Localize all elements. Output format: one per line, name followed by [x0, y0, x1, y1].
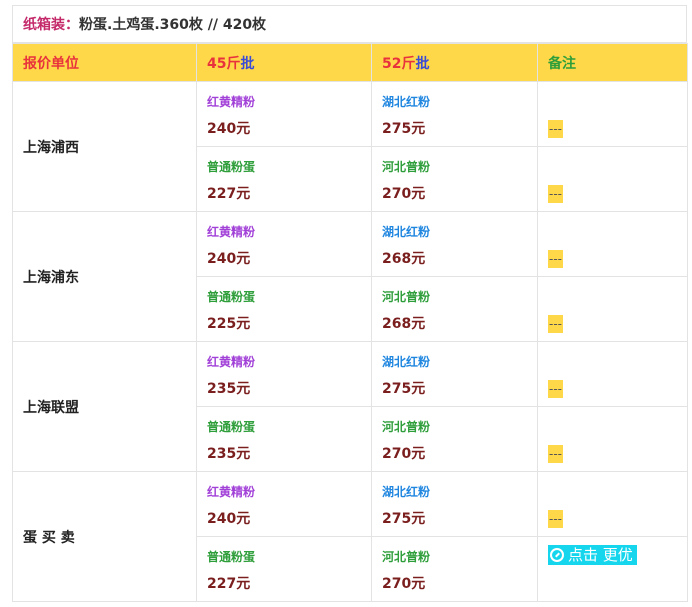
location-cell: 上海浦西 — [12, 81, 197, 212]
price-value: 275元 — [382, 510, 426, 527]
price-cell-52: 河北普粉 270元 — [371, 146, 538, 212]
price-cell-45: 红黄精粉 240元 — [196, 81, 372, 147]
header-45-num: 45斤 — [207, 55, 241, 72]
price-cell-45: 普通粉蛋 227元 — [196, 146, 372, 212]
price-value: 270元 — [382, 445, 426, 462]
header-note: 备注 — [537, 43, 688, 82]
price-value: 227元 — [207, 575, 251, 592]
product-name: 河北普粉 — [382, 289, 431, 304]
price-cell-45: 红黄精粉 235元 — [196, 341, 372, 407]
header-row: 报价单位 45斤批 52斤批 备注 — [12, 43, 688, 82]
price-value: 240元 — [207, 510, 251, 527]
price-table-container: 纸箱装： 粉蛋.土鸡蛋.360枚 // 420枚 报价单位 45斤批 52斤批 … — [12, 5, 688, 602]
note-dash: --- — [548, 445, 563, 463]
note-dash: --- — [548, 315, 563, 333]
price-cell-52: 河北普粉 270元 — [371, 406, 538, 472]
product-name: 红黄精粉 — [207, 224, 256, 239]
product-name: 普通粉蛋 — [207, 159, 256, 174]
price-cell-52: 河北普粉 270元 — [371, 536, 538, 602]
price-value: 240元 — [207, 120, 251, 137]
product-name: 红黄精粉 — [207, 484, 256, 499]
price-cell-52: 湖北红粉 275元 — [371, 81, 538, 147]
note-dash: --- — [548, 380, 563, 398]
price-value: 270元 — [382, 575, 426, 592]
price-cell-52: 河北普粉 268元 — [371, 276, 538, 342]
location-cell: 上海联盟 — [12, 341, 197, 472]
price-cell-52: 湖北红粉 275元 — [371, 471, 538, 537]
price-value: 235元 — [207, 445, 251, 462]
location-cell: 上海浦东 — [12, 211, 197, 342]
note-cell: --- — [537, 276, 688, 342]
header-52-num: 52斤 — [382, 55, 416, 72]
price-value: 268元 — [382, 315, 426, 332]
product-name: 湖北红粉 — [382, 484, 431, 499]
header-52-unit: 批 — [415, 55, 430, 72]
product-name: 湖北红粉 — [382, 224, 431, 239]
product-name: 普通粉蛋 — [207, 419, 256, 434]
product-name: 普通粉蛋 — [207, 289, 256, 304]
price-value: 240元 — [207, 250, 251, 267]
product-name: 河北普粉 — [382, 419, 431, 434]
note-dash: --- — [548, 185, 563, 203]
header-45-unit: 批 — [240, 55, 255, 72]
table-row: 上海浦东 红黄精粉 240元 湖北红粉 268元 --- — [12, 211, 688, 342]
location-cell: 蛋 买 卖 — [12, 471, 197, 602]
price-cell-52: 湖北红粉 268元 — [371, 211, 538, 277]
note-dash: --- — [548, 510, 563, 528]
note-cell: --- — [537, 406, 688, 472]
note-dash: --- — [548, 120, 563, 138]
price-value: 275元 — [382, 380, 426, 397]
price-cell-45: 普通粉蛋 227元 — [196, 536, 372, 602]
note-dash: --- — [548, 250, 563, 268]
price-cell-45: 普通粉蛋 235元 — [196, 406, 372, 472]
product-name: 河北普粉 — [382, 159, 431, 174]
table-row: 上海联盟 红黄精粉 235元 湖北红粉 275元 --- — [12, 341, 688, 472]
price-cell-45: 普通粉蛋 225元 — [196, 276, 372, 342]
product-name: 普通粉蛋 — [207, 549, 256, 564]
header-52: 52斤批 — [371, 43, 538, 82]
better-offer-button[interactable]: 点击 更优 — [548, 545, 637, 565]
price-cell-45: 红黄精粉 240元 — [196, 471, 372, 537]
title-rest: 粉蛋.土鸡蛋.360枚 // 420枚 — [79, 17, 267, 33]
note-cell: --- — [537, 471, 688, 537]
price-value: 227元 — [207, 185, 251, 202]
price-value: 275元 — [382, 120, 426, 137]
link-icon — [550, 548, 564, 562]
price-cell-45: 红黄精粉 240元 — [196, 211, 372, 277]
product-name: 红黄精粉 — [207, 354, 256, 369]
note-cell: 点击 更优 — [537, 536, 688, 602]
note-cell: --- — [537, 341, 688, 407]
product-name: 红黄精粉 — [207, 94, 256, 109]
price-value: 225元 — [207, 315, 251, 332]
price-value: 235元 — [207, 380, 251, 397]
price-value: 270元 — [382, 185, 426, 202]
header-45: 45斤批 — [196, 43, 372, 82]
table-title: 纸箱装： 粉蛋.土鸡蛋.360枚 // 420枚 — [12, 5, 687, 43]
table-row: 上海浦西 红黄精粉 240元 湖北红粉 275元 --- — [12, 81, 688, 212]
product-name: 湖北红粉 — [382, 94, 431, 109]
product-name: 湖北红粉 — [382, 354, 431, 369]
note-cell: --- — [537, 146, 688, 212]
price-cell-52: 湖北红粉 275元 — [371, 341, 538, 407]
price-table: 报价单位 45斤批 52斤批 备注 上海浦西 红黄精粉 240元 湖北红粉 275元… — [12, 43, 688, 602]
note-cell: --- — [537, 81, 688, 147]
note-cell: --- — [537, 211, 688, 277]
title-lead: 纸箱装： — [23, 17, 79, 33]
header-unit: 报价单位 — [12, 43, 197, 82]
table-row: 蛋 买 卖 红黄精粉 240元 湖北红粉 275元 --- — [12, 471, 688, 602]
better-offer-label: 点击 更优 — [568, 546, 633, 564]
price-value: 268元 — [382, 250, 426, 267]
product-name: 河北普粉 — [382, 549, 431, 564]
